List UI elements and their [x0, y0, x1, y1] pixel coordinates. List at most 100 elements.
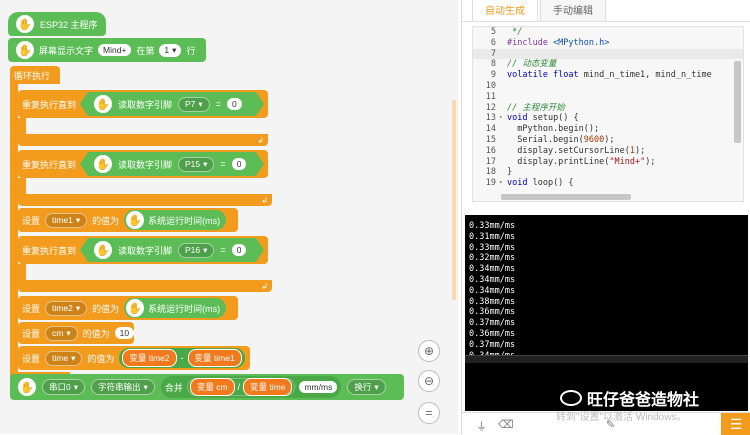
fold-icon[interactable]	[499, 124, 507, 135]
fold-icon[interactable]: ▾	[499, 178, 507, 189]
serial-line: 0.31mm/ms	[469, 231, 516, 242]
fold-icon[interactable]	[499, 167, 507, 178]
code-line: 19 ▾ void loop() {	[473, 178, 743, 189]
read-pin-label: 读取数字引脚	[118, 99, 173, 110]
set-cm-block[interactable]: 设置 cm ▾ 的值为 10	[18, 322, 135, 344]
divide-block[interactable]: 变量 cm / 变量 time	[186, 378, 296, 396]
loop-arrow-icon: ↲	[261, 282, 268, 291]
hand-icon: ✋	[126, 211, 145, 229]
zoom-in-button[interactable]: ⊕	[418, 340, 440, 362]
compare-value-3[interactable]: 0	[232, 244, 247, 256]
display-text-block[interactable]: ✋ 屏幕显示文字 Mind+ 在第 1 ▾ 行	[8, 38, 206, 62]
serial-line: 0.34mm/ms	[469, 264, 516, 275]
zoom-out-button[interactable]: ⊖	[418, 370, 440, 392]
serial-line: 0.37mm/ms	[469, 318, 516, 329]
fold-icon[interactable]	[499, 135, 507, 146]
var-time2-reporter[interactable]: 变量 time2	[122, 349, 177, 367]
fold-icon[interactable]	[499, 81, 507, 92]
var-time-reporter[interactable]: 变量 time	[243, 378, 293, 396]
line-number: 12	[485, 102, 496, 113]
var-time1-reporter[interactable]: 变量 time1	[187, 349, 242, 367]
display-text-label: 屏幕显示文字	[39, 45, 94, 56]
fold-icon[interactable]	[499, 157, 507, 168]
unit-text[interactable]: mm/ms	[299, 381, 338, 393]
fold-icon[interactable]	[499, 49, 507, 60]
display-text-value[interactable]: Mind+	[98, 44, 132, 56]
editor-horizontal-scrollbar[interactable]	[501, 194, 631, 200]
compare-value-2[interactable]: 0	[232, 158, 247, 170]
loop-side	[10, 84, 18, 374]
main-program-block[interactable]: ✋ ESP32 主程序	[8, 12, 106, 36]
code-editor[interactable]: 5 */6 #include <MPython.h> 7 8// 动态变量 9 volat…	[472, 26, 744, 202]
fold-icon[interactable]	[499, 38, 507, 49]
set-time2-block[interactable]: 设置 time2 ▾ 的值为 ✋ 系统运行时间(ms)	[18, 296, 238, 320]
zoom-reset-button[interactable]: =	[418, 402, 440, 424]
fold-icon[interactable]: ▾	[499, 113, 507, 124]
code-token: display.printLine(	[507, 156, 610, 167]
merge-block[interactable]: 合并 变量 cm / 变量 time mm/ms	[160, 376, 342, 398]
runtime-block-1[interactable]: ✋ 系统运行时间(ms)	[124, 210, 227, 230]
fold-icon[interactable]	[499, 92, 507, 103]
var-dropdown-cm[interactable]: cm ▾	[45, 325, 78, 341]
tab-manual-edit[interactable]: 手动编辑	[540, 0, 606, 21]
newline-dropdown[interactable]: 换行 ▾	[347, 379, 386, 395]
divide-op: /	[237, 382, 241, 392]
var-dropdown-time2[interactable]: time2 ▾	[45, 300, 88, 316]
var-dropdown-time[interactable]: time ▾	[45, 350, 83, 366]
compare-block-3[interactable]: ✋ 读取数字引脚 P16 ▾ = 0	[80, 238, 264, 262]
subtract-block[interactable]: 变量 time2 - 变量 time1	[119, 348, 245, 368]
code-token: */	[507, 27, 523, 37]
fold-icon[interactable]	[499, 27, 507, 38]
pin-dropdown-3[interactable]: P16 ▾	[178, 243, 214, 258]
cm-value[interactable]: 10	[114, 327, 135, 339]
tab-auto-generate[interactable]: 自动生成	[472, 0, 538, 21]
serial-line: 0.34mm/ms	[469, 285, 516, 296]
serial-print-block[interactable]: ✋ 串口0 ▾ 字符串输出 ▾ 合并 变量 cm / 变量 time mm/ms 换…	[10, 374, 404, 400]
code-token: #include	[507, 37, 554, 48]
var-cm-reporter[interactable]: 变量 cm	[189, 378, 235, 396]
code-line: 9 volatile float mind_n_time1, mind_n_tim…	[473, 70, 743, 81]
menu-icon[interactable]: ☰	[721, 413, 750, 435]
windows-activation-text: 转到"设置"以激活 Windows。	[556, 412, 687, 423]
loop-block[interactable]: 循环执行	[10, 66, 60, 84]
read-pin-label: 读取数字引脚	[118, 245, 173, 256]
usb-icon[interactable]: ⏚	[476, 418, 487, 434]
clear-icon[interactable]: ⌫	[498, 418, 514, 431]
pin-dropdown-1[interactable]: P7 ▾	[178, 97, 210, 112]
display-hand-icon: ✋	[16, 41, 34, 59]
set-time1-block[interactable]: 设置 time1 ▾ 的值为 ✋ 系统运行时间(ms)	[18, 208, 238, 232]
chevron-down-icon: ▾	[374, 381, 379, 392]
watermark: 旺仔爸爸造物社	[560, 386, 699, 410]
serial-port-dropdown[interactable]: 串口0 ▾	[42, 379, 86, 395]
line-number: 13	[485, 113, 496, 124]
code-line: 6 #include <MPython.h>	[473, 38, 743, 49]
code-line: 10	[473, 81, 743, 92]
display-line-dropdown[interactable]: 1 ▾	[159, 43, 182, 57]
fold-icon[interactable]	[499, 59, 507, 70]
fold-icon[interactable]	[499, 146, 507, 157]
compare-block-2[interactable]: ✋ 读取数字引脚 P15 ▾ = 0	[80, 152, 264, 176]
read-pin-label: 读取数字引脚	[118, 159, 173, 170]
fold-icon[interactable]	[499, 70, 507, 81]
workspace-scrollbar[interactable]	[452, 100, 456, 300]
output-mode-dropdown[interactable]: 字符串输出 ▾	[91, 379, 155, 395]
editor-lines: 5 */6 #include <MPython.h> 7 8// 动态变量 9 volat…	[473, 27, 743, 189]
compare-value-1[interactable]: 0	[227, 98, 242, 110]
set-time-block[interactable]: 设置 time ▾ 的值为 变量 time2 - 变量 time1	[18, 346, 250, 370]
pin-dropdown-2[interactable]: P15 ▾	[178, 157, 214, 172]
var-dropdown-time1[interactable]: time1 ▾	[45, 212, 88, 228]
code-panel: 自动生成 手动编辑 5 */6 #include <MPython.h> 7 8// …	[461, 0, 750, 435]
editor-vertical-scrollbar[interactable]	[734, 61, 741, 143]
serial-input[interactable]	[465, 355, 748, 363]
serial-monitor[interactable]: 0.33mm/ms 0.31mm/ms 0.33mm/ms 0.32mm/ms 0.34…	[465, 215, 748, 411]
runtime-block-2[interactable]: ✋ 系统运行时间(ms)	[124, 298, 227, 318]
line-number: 7	[490, 48, 496, 59]
code-line: 13 ▾ void setup() {	[473, 113, 743, 124]
fold-icon[interactable]	[499, 103, 507, 114]
repeat-label-3: 重复执行直到	[22, 245, 77, 256]
code-token: "Mind+"	[609, 156, 646, 167]
chevron-down-icon: ▾	[198, 98, 203, 109]
block-workspace[interactable]: ✋ ESP32 主程序 ✋ 屏幕显示文字 Mind+ 在第 1 ▾ 行 循环执行 …	[0, 0, 458, 434]
compare-block-1[interactable]: ✋ 读取数字引脚 P7 ▾ = 0	[80, 92, 264, 116]
code-token: <MPython.h>	[553, 37, 610, 48]
